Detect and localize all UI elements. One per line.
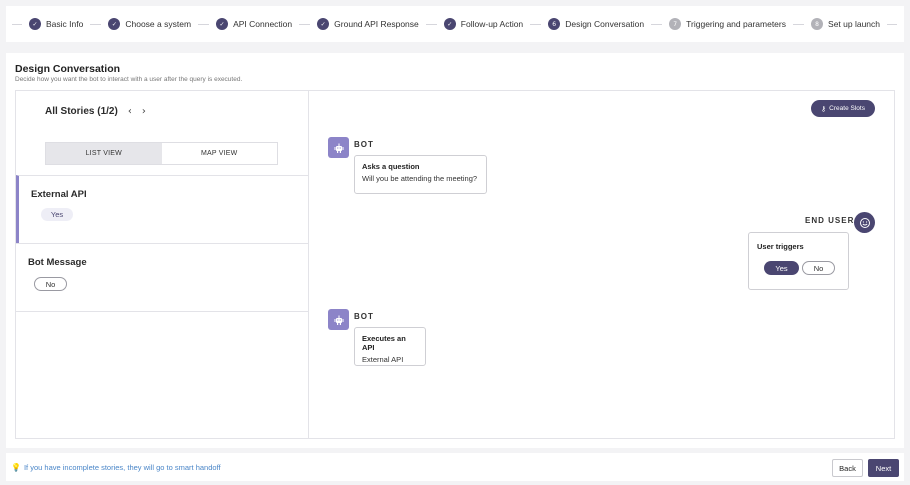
step-api-connection[interactable]: ✓ API Connection bbox=[216, 18, 292, 30]
check-icon: ✓ bbox=[216, 18, 229, 30]
lightbulb-icon: 💡 bbox=[11, 463, 21, 472]
stories-header: All Stories (1/2) ‹ › bbox=[45, 106, 146, 117]
map-view-button[interactable]: MAP VIEW bbox=[162, 143, 278, 164]
user-triggers-title: User triggers bbox=[757, 242, 804, 251]
user-triggers-box: User triggers Yes No bbox=[748, 232, 849, 290]
stepper-line bbox=[299, 23, 311, 25]
create-slots-label: Create Slots bbox=[829, 105, 865, 112]
step-number-badge: 8 bbox=[811, 18, 824, 30]
message-text: External API bbox=[362, 355, 404, 364]
stories-title: All Stories (1/2) bbox=[45, 106, 118, 117]
step-label: Basic Info bbox=[46, 19, 84, 29]
step-number-badge: 7 bbox=[669, 18, 682, 30]
design-conversation-panel: Design Conversation Decide how you want … bbox=[6, 53, 904, 448]
stepper-line bbox=[651, 23, 663, 25]
bot-label: BOT bbox=[354, 312, 374, 321]
message-text: Will you be attending the meeting? bbox=[362, 174, 478, 183]
story-name: External API bbox=[31, 189, 87, 200]
view-toggle: LIST VIEW MAP VIEW bbox=[45, 142, 278, 165]
trigger-no-button[interactable]: No bbox=[802, 261, 835, 275]
bot-avatar bbox=[328, 309, 349, 330]
step-label: Design Conversation bbox=[565, 19, 645, 29]
step-label: API Connection bbox=[233, 19, 293, 29]
check-icon: ✓ bbox=[443, 18, 456, 30]
step-label: Ground API Response bbox=[334, 19, 419, 29]
message-title: Asks a question bbox=[362, 162, 420, 171]
progress-stepper: ✓ Basic Info ✓ Choose a system ✓ API Con… bbox=[6, 6, 904, 42]
page-subtitle: Decide how you want the bot to interact … bbox=[15, 76, 243, 83]
step-ground-api-response[interactable]: ✓ Ground API Response bbox=[317, 18, 419, 30]
story-card-external-api[interactable]: External API Yes bbox=[16, 175, 309, 243]
bot-avatar bbox=[328, 137, 349, 158]
end-user-label: END USER bbox=[805, 216, 855, 225]
page-title: Design Conversation bbox=[15, 63, 121, 75]
check-icon: ✓ bbox=[108, 18, 121, 30]
step-number-badge: 6 bbox=[548, 18, 561, 30]
conversation-canvas: All Stories (1/2) ‹ › LIST VIEW MAP VIEW… bbox=[15, 90, 895, 439]
stepper-line bbox=[530, 23, 542, 25]
step-label: Triggering and parameters bbox=[686, 19, 786, 29]
footer-bar: 💡 If you have incomplete stories, they w… bbox=[6, 453, 904, 481]
key-icon: ⚷ bbox=[821, 104, 827, 113]
story-value-badge: No bbox=[34, 277, 67, 291]
trigger-yes-button[interactable]: Yes bbox=[764, 261, 799, 275]
create-slots-button[interactable]: ⚷ Create Slots bbox=[811, 100, 875, 117]
user-avatar bbox=[854, 212, 875, 233]
bot-message-bubble[interactable]: Asks a question Will you be attending th… bbox=[354, 155, 487, 194]
bot-label: BOT bbox=[354, 140, 374, 149]
back-button[interactable]: Back bbox=[832, 459, 863, 477]
stepper-line bbox=[12, 23, 22, 25]
story-name: Bot Message bbox=[28, 257, 87, 268]
stories-pane: All Stories (1/2) ‹ › LIST VIEW MAP VIEW… bbox=[16, 91, 309, 438]
stepper-line bbox=[793, 23, 805, 25]
step-label: Set up launch bbox=[828, 19, 881, 29]
list-view-button[interactable]: LIST VIEW bbox=[46, 143, 162, 164]
story-value-badge: Yes bbox=[41, 208, 73, 221]
stepper-line bbox=[887, 23, 898, 25]
bot-message-bubble[interactable]: Executes an API External API bbox=[354, 327, 426, 366]
story-list-divider bbox=[16, 311, 309, 312]
smiley-icon bbox=[859, 217, 870, 228]
stepper-line bbox=[425, 23, 437, 25]
footer-note-text: If you have incomplete stories, they wil… bbox=[23, 463, 221, 472]
stepper-line bbox=[90, 23, 102, 25]
chevron-left-icon[interactable]: ‹ bbox=[128, 106, 132, 117]
step-label: Follow-up Action bbox=[460, 19, 524, 29]
chevron-right-icon[interactable]: › bbox=[142, 106, 146, 117]
robot-icon bbox=[334, 315, 343, 325]
robot-icon bbox=[334, 143, 343, 153]
message-title: Executes an API bbox=[362, 334, 406, 352]
smart-handoff-note[interactable]: 💡 If you have incomplete stories, they w… bbox=[11, 463, 221, 472]
step-basic-info[interactable]: ✓ Basic Info bbox=[29, 18, 83, 30]
step-choose-system[interactable]: ✓ Choose a system bbox=[108, 18, 191, 30]
check-icon: ✓ bbox=[317, 18, 330, 30]
step-follow-up-action[interactable]: ✓ Follow-up Action bbox=[443, 18, 524, 30]
story-card-bot-message[interactable]: Bot Message No bbox=[16, 243, 309, 311]
stepper-line bbox=[198, 23, 210, 25]
step-set-up-launch[interactable]: 8 Set up launch bbox=[811, 18, 880, 30]
step-design-conversation[interactable]: 6 Design Conversation bbox=[548, 18, 644, 30]
next-button[interactable]: Next bbox=[868, 459, 899, 477]
check-icon: ✓ bbox=[29, 18, 41, 30]
step-triggering-parameters[interactable]: 7 Triggering and parameters bbox=[669, 18, 786, 30]
step-label: Choose a system bbox=[125, 19, 192, 29]
